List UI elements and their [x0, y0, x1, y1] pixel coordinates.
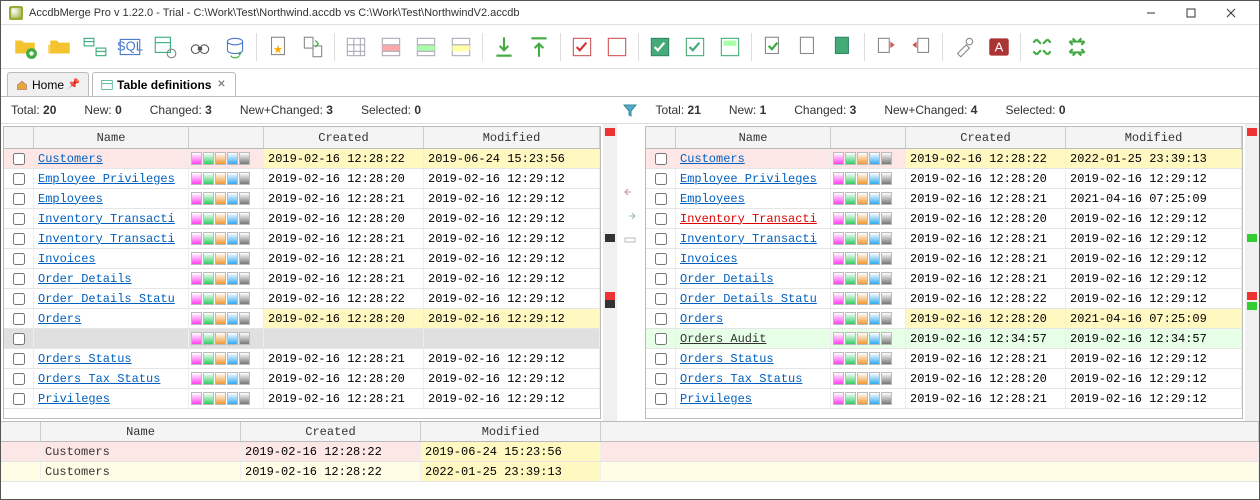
access-icon[interactable]: A	[983, 31, 1015, 63]
tools-icon[interactable]	[948, 31, 980, 63]
toolbar: SQL A	[1, 25, 1259, 69]
open-folder-2-icon[interactable]	[44, 31, 76, 63]
grid-green-icon[interactable]	[410, 31, 442, 63]
main-split: Name Created Modified Customers2019-02-1…	[1, 124, 1259, 421]
left-pane: Name Created Modified Customers2019-02-1…	[3, 126, 601, 419]
table-row[interactable]: Privileges2019-02-16 12:28:212019-02-16 …	[646, 389, 1242, 409]
svg-text:SQL: SQL	[117, 38, 143, 53]
table-row[interactable]: Inventory Transacti2019-02-16 12:28:2120…	[646, 229, 1242, 249]
table-row[interactable]: Invoices2019-02-16 12:28:212019-02-16 12…	[4, 249, 600, 269]
sync-down-icon[interactable]	[488, 31, 520, 63]
table-row[interactable]: Employee Privileges2019-02-16 12:28:2020…	[4, 169, 600, 189]
close-button[interactable]	[1211, 1, 1251, 25]
tab-close-icon[interactable]: ✕	[215, 79, 227, 91]
title-bar: AccdbMerge Pro v 1.22.0 - Trial - C:\Wor…	[1, 1, 1259, 25]
table-row[interactable]: Orders Status2019-02-16 12:28:212019-02-…	[4, 349, 600, 369]
link-both-icon[interactable]	[622, 232, 638, 248]
compare-tables-icon[interactable]	[79, 31, 111, 63]
open-folder-1-icon[interactable]	[9, 31, 41, 63]
table-row[interactable]: Orders2019-02-16 12:28:202019-02-16 12:2…	[4, 309, 600, 329]
stats-left: Total: 20 New: 0 Changed: 3 New+Changed:…	[1, 97, 615, 123]
tab-table-definitions[interactable]: Table definitions ✕	[92, 72, 236, 96]
table-row[interactable]: Orders2019-02-16 12:28:202021-04-16 07:2…	[646, 309, 1242, 329]
right-col-head: Name Created Modified	[646, 127, 1242, 149]
table-row[interactable]: Order Details Statu2019-02-16 12:28:2220…	[4, 289, 600, 309]
sync-up-icon[interactable]	[523, 31, 555, 63]
detail-pane: Name Created Modified Customers2019-02-1…	[1, 421, 1259, 499]
svg-text:A: A	[995, 39, 1004, 54]
table-row[interactable]: Employees2019-02-16 12:28:212019-02-16 1…	[4, 189, 600, 209]
detail-grid[interactable]: Customers2019-02-16 12:28:222019-06-24 1…	[1, 442, 1259, 499]
copy-right-icon[interactable]	[905, 31, 937, 63]
table-row[interactable]: Orders Status2019-02-16 12:28:212019-02-…	[646, 349, 1242, 369]
table-row[interactable]: Inventory Transacti2019-02-16 12:28:2020…	[4, 209, 600, 229]
right-pane: Name Created Modified Customers2019-02-1…	[645, 126, 1243, 419]
grid-1-icon[interactable]	[340, 31, 372, 63]
uncheck-box-1-icon[interactable]	[601, 31, 633, 63]
check-box-green-3-icon[interactable]	[714, 31, 746, 63]
table-row[interactable]: Employees2019-02-16 12:28:212021-04-16 0…	[646, 189, 1242, 209]
db-refresh-icon[interactable]	[219, 31, 251, 63]
table-row[interactable]: Order Details2019-02-16 12:28:212019-02-…	[646, 269, 1242, 289]
stats-row: Total: 20 New: 0 Changed: 3 New+Changed:…	[1, 97, 1259, 124]
detail-row[interactable]: Customers2019-02-16 12:28:222019-06-24 1…	[1, 442, 1259, 462]
table-row[interactable]: Customers2019-02-16 12:28:222022-01-25 2…	[646, 149, 1242, 169]
doc-star-icon[interactable]	[262, 31, 294, 63]
check-box-1-icon[interactable]	[566, 31, 598, 63]
minimize-button[interactable]	[1131, 1, 1171, 25]
grid-yellow-icon[interactable]	[445, 31, 477, 63]
tab-home[interactable]: Home 📌	[7, 72, 89, 96]
table-row[interactable]: Employee Privileges2019-02-16 12:28:2020…	[646, 169, 1242, 189]
app-icon	[9, 6, 23, 20]
table-row[interactable]: Orders Tax Status2019-02-16 12:28:202019…	[4, 369, 600, 389]
left-grid[interactable]: Customers2019-02-16 12:28:222019-06-24 1…	[4, 149, 600, 418]
tab-bar: Home 📌 Table definitions ✕	[1, 69, 1259, 97]
table-row[interactable]: Orders Tax Status2019-02-16 12:28:202019…	[646, 369, 1242, 389]
table-row[interactable]: Invoices2019-02-16 12:28:212019-02-16 12…	[646, 249, 1242, 269]
filter-icon[interactable]	[622, 102, 638, 118]
table-row[interactable]: Inventory Transacti2019-02-16 12:28:2120…	[4, 229, 600, 249]
doc-check-icon[interactable]	[757, 31, 789, 63]
sql-icon[interactable]: SQL	[114, 31, 146, 63]
table-row[interactable]: Orders Audit2019-02-16 12:34:572019-02-1…	[646, 329, 1242, 349]
maximize-button[interactable]	[1171, 1, 1211, 25]
stats-right: Total: 21 New: 1 Changed: 3 New+Changed:…	[645, 97, 1260, 123]
doc-blank-icon[interactable]	[792, 31, 824, 63]
left-col-head: Name Created Modified	[4, 127, 600, 149]
table-row[interactable]: Order Details Statu2019-02-16 12:28:2220…	[646, 289, 1242, 309]
tab-home-label: Home	[32, 78, 64, 92]
link-left-icon[interactable]	[622, 184, 638, 200]
binoculars-icon[interactable]	[184, 31, 216, 63]
check-box-green-2-icon[interactable]	[679, 31, 711, 63]
window-title: AccdbMerge Pro v 1.22.0 - Trial - C:\Wor…	[29, 7, 1131, 19]
nav-arrows-1-icon[interactable]	[1026, 31, 1058, 63]
home-icon	[16, 79, 28, 91]
center-strip	[617, 124, 643, 421]
table-gear-icon[interactable]	[149, 31, 181, 63]
table-row[interactable]: Customers2019-02-16 12:28:222019-06-24 1…	[4, 149, 600, 169]
table-row[interactable]	[4, 329, 600, 349]
tab-definitions-label: Table definitions	[117, 78, 211, 92]
table-icon	[101, 79, 113, 91]
tab-home-lock-icon: 📌	[68, 79, 80, 91]
detail-row[interactable]: Customers2019-02-16 12:28:222022-01-25 2…	[1, 462, 1259, 482]
grid-red-icon[interactable]	[375, 31, 407, 63]
doc-swap-icon[interactable]	[297, 31, 329, 63]
table-row[interactable]: Order Details2019-02-16 12:28:212019-02-…	[4, 269, 600, 289]
right-diff-markers[interactable]	[1245, 124, 1259, 421]
copy-left-icon[interactable]	[870, 31, 902, 63]
check-box-green-1-icon[interactable]	[644, 31, 676, 63]
table-row[interactable]: Inventory Transacti2019-02-16 12:28:2020…	[646, 209, 1242, 229]
link-right-icon[interactable]	[622, 208, 638, 224]
doc-green-icon[interactable]	[827, 31, 859, 63]
left-diff-markers[interactable]	[603, 124, 617, 421]
table-row[interactable]: Privileges2019-02-16 12:28:212019-02-16 …	[4, 389, 600, 409]
right-grid[interactable]: Customers2019-02-16 12:28:222022-01-25 2…	[646, 149, 1242, 418]
nav-arrows-2-icon[interactable]	[1061, 31, 1093, 63]
